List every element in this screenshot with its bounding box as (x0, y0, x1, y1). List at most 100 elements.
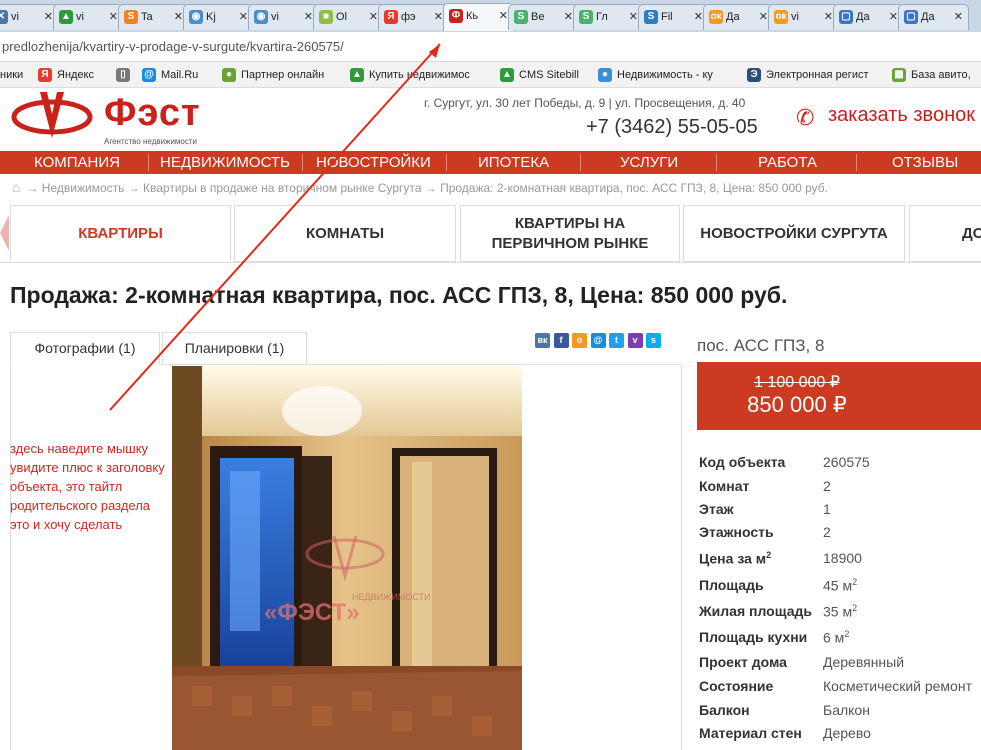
close-tab-icon[interactable]: ✕ (109, 5, 118, 29)
browser-tab[interactable]: S Ве ✕ (508, 4, 579, 30)
twitter-share-icon[interactable]: t (609, 333, 624, 348)
listing-address: пос. АСС ГПЗ, 8 (697, 336, 825, 355)
close-tab-icon[interactable]: ✕ (44, 5, 53, 29)
screenshot: { "browser": { "tabs": [ {"label": "vi",… (0, 0, 981, 750)
vk-share-icon[interactable]: вк (535, 333, 550, 348)
property-label: Проект дома (699, 654, 787, 670)
browser-tab[interactable]: S Fil ✕ (638, 4, 709, 30)
breadcrumb-trail[interactable]: → Недвижимость → Квартиры в продаже на в… (26, 181, 828, 195)
property-value: 6 м2 (823, 629, 849, 646)
price-box: 1 100 000 ₽ 850 000 ₽ (697, 362, 981, 430)
nav-item-mortgage[interactable]: Ипотека (478, 151, 549, 174)
property-value-text: 45 м (823, 577, 853, 594)
bookmark-item[interactable]: Я Яндекс (38, 62, 94, 87)
browser-tab[interactable]: ок Да ✕ (703, 4, 774, 30)
phone-call-icon[interactable]: ✆ (796, 105, 814, 131)
home-icon[interactable]: ⌂ (12, 176, 20, 198)
fest-logo-icon[interactable] (10, 92, 94, 142)
ok-icon: ок (709, 10, 723, 24)
close-tab-icon[interactable]: ✕ (824, 5, 833, 29)
yandex-icon: Я (384, 10, 398, 24)
close-tab-icon[interactable]: ✕ (889, 5, 898, 29)
tab-more[interactable]: До (909, 205, 981, 262)
tab-photos[interactable]: Фотографии (1) (10, 332, 160, 365)
property-label-text: Материал стен (699, 725, 802, 741)
close-tab-icon[interactable]: ✕ (239, 5, 248, 29)
bookmark-item[interactable]: ● Недвижимость - ку (598, 62, 713, 87)
svg-text:НЕДВИЖИМОСТИ: НЕДВИЖИМОСТИ (352, 592, 431, 602)
property-value: Дерево (823, 725, 871, 741)
browser-tab-title: Кь (466, 10, 479, 22)
property-label: Код объекта (699, 454, 785, 470)
bookmark-item[interactable]: Э Электронная регист (747, 62, 869, 87)
browser-tab[interactable]: ок vi ✕ (768, 4, 839, 30)
browser-tab[interactable]: ▢ Да ✕ (898, 4, 969, 30)
browser-tab[interactable]: Яфэ ✕ (378, 4, 449, 30)
s-icon: S (579, 10, 593, 24)
property-value-text: 260575 (823, 454, 870, 470)
ok-icon: ок (774, 10, 788, 24)
bookmark-item[interactable]: ▯ (116, 62, 130, 87)
header-address: г. Сургут, ул. 30 лет Победы, д. 9 | ул.… (424, 96, 746, 110)
close-tab-icon[interactable]: ✕ (499, 4, 508, 28)
tab-primary-market[interactable]: Квартиры на первичном рынке (460, 205, 680, 262)
bookmark-item[interactable]: ● Партнер онлайн (222, 62, 324, 87)
address-bar[interactable]: predlozhenija/kvartiry-v-prodage-v-surgu… (0, 32, 981, 62)
bookmark-item[interactable]: ▲ CMS Sitebill (500, 62, 579, 87)
nav-item-company[interactable]: Компания (34, 151, 120, 174)
nav-item-jobs[interactable]: Работа (758, 151, 817, 174)
nav-item-reviews[interactable]: Отзывы (892, 151, 958, 174)
nav-item-newbuild[interactable]: Новостройки (316, 151, 431, 174)
browser-tab[interactable]: Ф Кь ✕ (443, 3, 514, 31)
property-label: Материал стен (699, 725, 802, 741)
browser-tab-title: vi (11, 11, 19, 23)
browser-tab[interactable]: ▢ Да ✕ (833, 4, 904, 30)
nav-divider (302, 154, 303, 171)
callback-link[interactable]: заказать звонок (828, 104, 975, 127)
tab-new-buildings[interactable]: Новостройки Сургута (683, 205, 905, 262)
close-tab-icon[interactable]: ✕ (629, 5, 638, 29)
apartment-photo[interactable]: НЕДВИЖИМОСТИ «ФЭСТ» (172, 366, 522, 750)
tab-rooms[interactable]: Комнаты (234, 205, 456, 262)
odnoklassniki-share-icon[interactable]: о (572, 333, 587, 348)
moimir-share-icon[interactable]: @ (590, 333, 606, 348)
close-tab-icon[interactable]: ✕ (369, 5, 378, 29)
bookmark-item[interactable]: @ Mail.Ru (142, 62, 198, 87)
close-tab-icon[interactable]: ✕ (954, 5, 963, 29)
bookmark-item[interactable]: ники (0, 62, 23, 87)
close-tab-icon[interactable]: ✕ (434, 5, 443, 29)
facebook-share-icon[interactable]: f (553, 333, 569, 348)
property-value: 35 м2 (823, 603, 857, 620)
property-label: Состояние (699, 678, 773, 694)
close-tab-icon[interactable]: ✕ (174, 5, 183, 29)
property-value-text: 1 (823, 501, 831, 517)
close-tab-icon[interactable]: ✕ (759, 5, 768, 29)
close-tab-icon[interactable]: ✕ (304, 5, 313, 29)
browser-tab[interactable]: ◉ Kj ✕ (183, 4, 254, 30)
browser-tab-title: vi (271, 11, 279, 23)
browser-tab[interactable]: ▲ vi ✕ (53, 4, 124, 30)
browser-tab[interactable]: S Ta ✕ (118, 4, 189, 30)
browser-tab[interactable]: ◉ vi ✕ (248, 4, 319, 30)
viber-share-icon[interactable]: v (627, 333, 643, 348)
blocks-icon: ▦ (892, 68, 906, 82)
bookmark-item[interactable]: ▲ Купить недвижимос (350, 62, 470, 87)
bookmark-item[interactable]: ▦ База авито, (892, 62, 971, 87)
nav-item-realty[interactable]: Недвижимость (160, 151, 290, 174)
tabs-scroll-left-icon[interactable] (0, 215, 9, 251)
bookmark-label: CMS Sitebill (519, 69, 579, 81)
browser-tab[interactable]: S Гл ✕ (573, 4, 644, 30)
tab-apartments[interactable]: Квартиры (10, 205, 231, 262)
property-label-text: Площадь кухни (699, 629, 808, 645)
tab-plans[interactable]: Планировки (1) (162, 332, 307, 365)
skype-share-icon[interactable]: s (646, 333, 661, 348)
nav-item-services[interactable]: Услуги (620, 151, 678, 174)
bookmark-label: Яндекс (57, 69, 94, 81)
logo-text[interactable]: Фэст (104, 92, 201, 135)
yandex-icon: Я (38, 68, 52, 82)
browser-tab[interactable]: ■ Ol ✕ (313, 4, 384, 30)
close-tab-icon[interactable]: ✕ (564, 5, 573, 29)
nav-divider (716, 154, 717, 171)
browser-tab[interactable]: ✕vi✕ (0, 4, 59, 30)
close-tab-icon[interactable]: ✕ (694, 5, 703, 29)
